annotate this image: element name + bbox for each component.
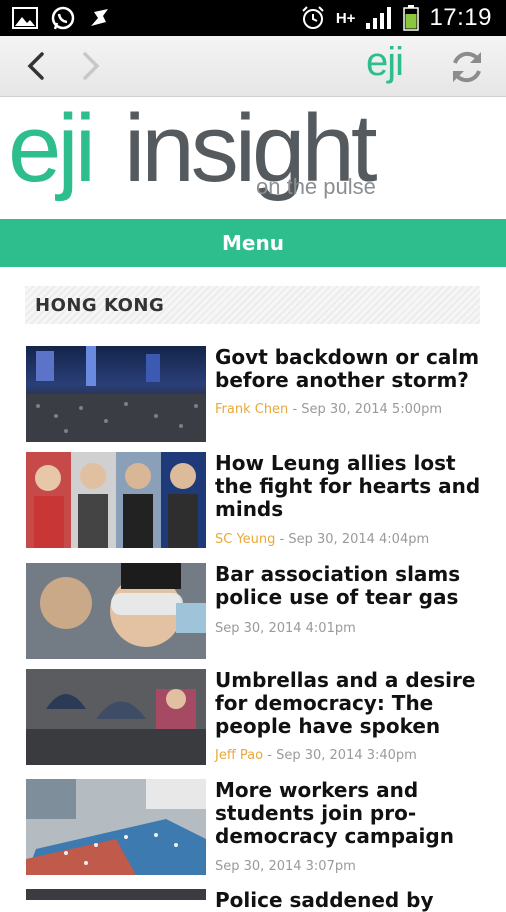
article-item[interactable]: How Leung allies lost the fight for hear… [26,452,486,552]
logo-eji: eji [8,95,96,202]
menu-button[interactable]: Menu [0,219,506,267]
article-thumbnail[interactable] [26,889,206,900]
status-bar: H+ 17:19 [0,0,506,36]
article-meta: Frank Chen - Sep 30, 2014 5:00pm [215,402,442,417]
brand-logo[interactable]: eji [366,40,404,85]
battery-icon [403,5,420,31]
meta-separator: - [267,748,277,763]
bird-icon [91,9,108,26]
article-item[interactable]: Umbrellas and a desire for democracy: Th… [26,669,486,769]
article-meta: Sep 30, 2014 3:07pm [215,859,356,874]
article-author[interactable]: Frank Chen [215,402,288,417]
back-icon[interactable] [20,48,56,84]
sit-in-aerial-image [26,779,206,875]
site-logo[interactable]: eji insight on the pulse [8,95,428,212]
article-title[interactable]: Police saddened by [215,889,485,912]
article-thumbnail[interactable] [26,669,206,765]
logo-tagline: on the pulse [256,174,376,199]
article-author[interactable]: SC Yeung [215,532,275,547]
image-icon [12,7,38,29]
section-header: HONG KONG [25,286,480,324]
meta-separator: - [292,402,302,417]
forward-icon[interactable] [72,48,108,84]
protester-goggles-image [26,563,206,659]
article-title[interactable]: How Leung allies lost the fight for hear… [215,452,485,521]
article-title[interactable]: Umbrellas and a desire for democracy: Th… [215,669,485,738]
article-author[interactable]: Jeff Pao [215,748,263,763]
crowd-night-image [26,346,206,442]
article-date: Sep 30, 2014 4:01pm [215,621,356,636]
alarm-icon [302,6,324,29]
article-item[interactable]: Bar association slams police use of tear… [26,563,486,663]
article-thumbnail[interactable] [26,779,206,875]
officials-portrait-image [26,452,206,548]
article-date: Sep 30, 2014 4:04pm [288,532,430,547]
article-date: Sep 30, 2014 3:07pm [215,859,356,874]
article-thumbnail[interactable] [26,346,206,442]
article-title[interactable]: Bar association slams police use of tear… [215,563,485,609]
article-item[interactable]: Police saddened by [26,889,486,912]
article-item[interactable]: More workers and students join pro-democ… [26,779,486,879]
signal-icon [366,7,392,29]
whatsapp-icon [51,6,75,30]
article-title[interactable]: More workers and students join pro-democ… [215,779,485,848]
article-title[interactable]: Govt backdown or calm before another sto… [215,346,485,392]
article-meta: SC Yeung - Sep 30, 2014 4:04pm [215,532,429,547]
article-thumbnail[interactable] [26,563,206,659]
article-meta: Jeff Pao - Sep 30, 2014 3:40pm [215,748,417,763]
article-date: Sep 30, 2014 5:00pm [301,402,443,417]
refresh-icon[interactable] [446,46,488,88]
browser-toolbar: eji [0,36,506,97]
clock: 17:19 [429,4,492,31]
umbrella-crowd-image [26,669,206,765]
article-thumbnail[interactable] [26,452,206,548]
article-date: Sep 30, 2014 3:40pm [276,748,417,763]
article-meta: Sep 30, 2014 4:01pm [215,621,356,636]
article-item[interactable]: Govt backdown or calm before another sto… [26,346,486,446]
network-type: H+ [335,9,356,27]
